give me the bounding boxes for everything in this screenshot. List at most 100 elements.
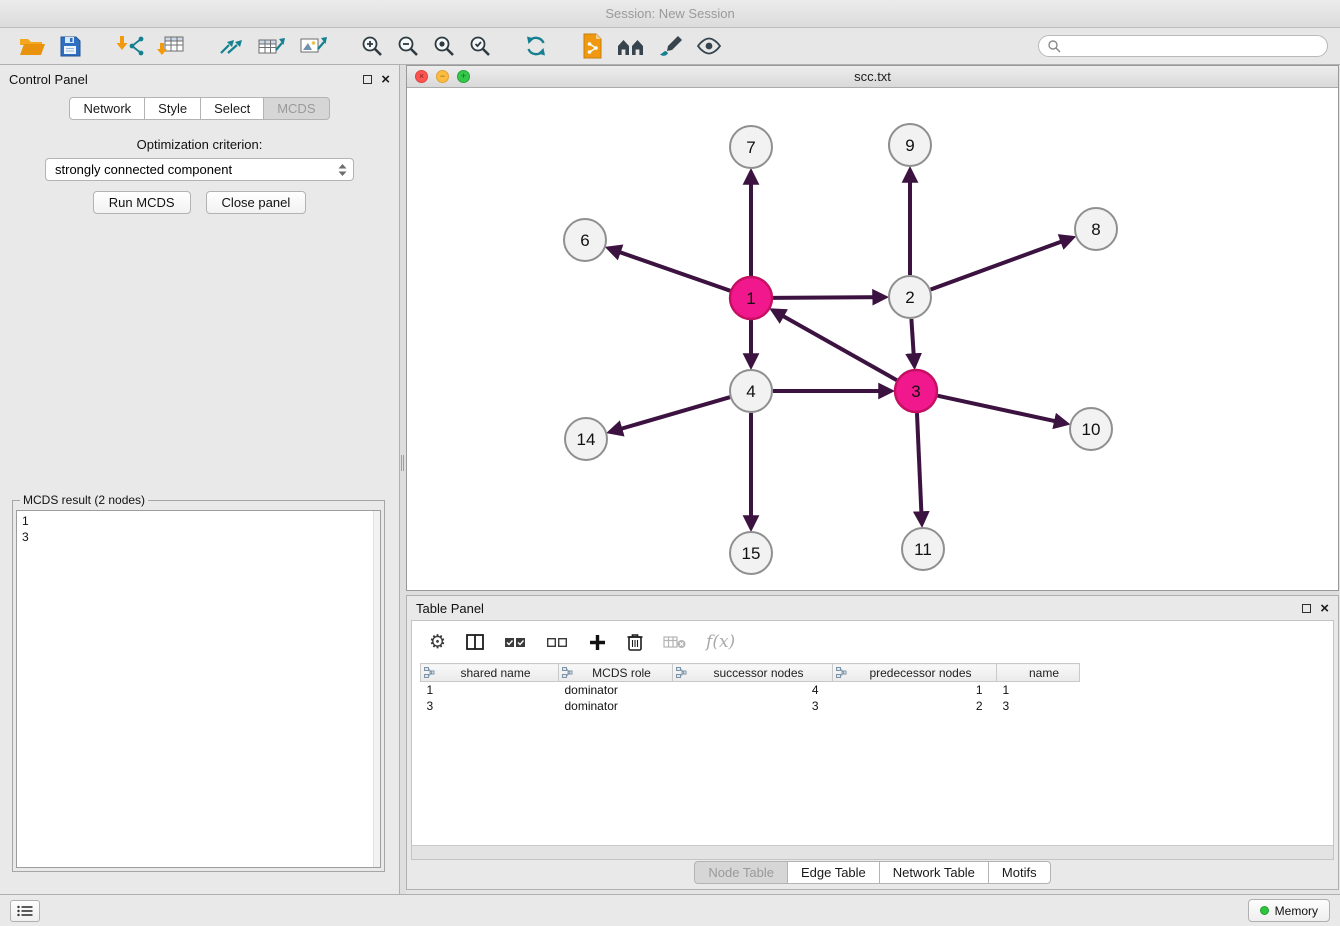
network-view-window: × − + scc.txt 7 9 6 8 1 2 4 3 14 10 15 11	[406, 65, 1339, 591]
graph-node[interactable]: 15	[730, 532, 772, 574]
graph-node[interactable]: 8	[1075, 208, 1117, 250]
search-box[interactable]	[1038, 35, 1328, 57]
refresh-view-button[interactable]	[521, 31, 551, 61]
tab-style[interactable]: Style	[144, 97, 201, 120]
table-row[interactable]: 1dominator411	[421, 682, 1080, 699]
maximize-window-button[interactable]: +	[457, 70, 470, 83]
graph-node[interactable]: 1	[730, 277, 772, 319]
function-builder-button[interactable]: f(x)	[704, 630, 737, 654]
plus-icon	[588, 633, 607, 652]
network-snapshot-button[interactable]	[577, 31, 607, 61]
close-panel-icon-button[interactable]: ×	[381, 72, 390, 87]
graph-node[interactable]: 9	[889, 124, 931, 166]
tab-mcds[interactable]: MCDS	[263, 97, 329, 120]
new-network-button[interactable]	[215, 31, 247, 61]
save-session-button[interactable]	[55, 31, 85, 61]
tab-node-table[interactable]: Node Table	[694, 861, 788, 884]
import-network-button[interactable]	[111, 31, 147, 61]
mcds-result-title: MCDS result (2 nodes)	[20, 493, 148, 507]
control-panel: Control Panel × Network Style Select MCD…	[0, 65, 400, 894]
traffic-lights: × − +	[415, 66, 470, 87]
run-mcds-button[interactable]: Run MCDS	[93, 191, 191, 214]
criterion-dropdown[interactable]: strongly connected component	[45, 158, 354, 181]
search-input[interactable]	[1066, 38, 1319, 55]
style-brush-icon	[658, 34, 684, 58]
memory-button[interactable]: Memory	[1248, 899, 1330, 922]
graph-node[interactable]: 14	[565, 418, 607, 460]
column-header-successor-nodes[interactable]: successor nodes	[673, 664, 833, 682]
svg-text:8: 8	[1091, 220, 1100, 239]
table-toolbar: ⚙	[412, 621, 1333, 663]
close-window-button[interactable]: ×	[415, 70, 428, 83]
svg-text:9: 9	[905, 136, 914, 155]
overview-houses-icon	[616, 34, 646, 58]
table-settings-button[interactable]: ⚙	[427, 631, 448, 654]
export-image-button[interactable]	[295, 31, 331, 61]
tab-edge-table[interactable]: Edge Table	[787, 861, 880, 884]
apply-style-button[interactable]	[655, 31, 687, 61]
graph-edge[interactable]	[774, 311, 897, 380]
table-row[interactable]: 3dominator323	[421, 698, 1080, 714]
column-type-icon	[836, 667, 847, 681]
graph-node[interactable]: 4	[730, 370, 772, 412]
float-table-panel-button[interactable]	[1302, 604, 1311, 613]
network-canvas[interactable]: 7 9 6 8 1 2 4 3 14 10 15 11	[407, 88, 1338, 589]
task-history-button[interactable]	[10, 900, 40, 922]
main-toolbar	[0, 28, 1340, 65]
table-horizontal-scrollbar[interactable]	[412, 845, 1333, 859]
svg-text:11: 11	[914, 540, 932, 559]
network-window-titlebar[interactable]: × − + scc.txt	[407, 66, 1338, 88]
float-panel-button[interactable]	[363, 75, 372, 84]
graph-node[interactable]: 7	[730, 126, 772, 168]
minimize-window-button[interactable]: −	[436, 70, 449, 83]
zoom-out-button[interactable]	[393, 31, 423, 61]
graph-edge[interactable]	[773, 297, 884, 298]
graph-node[interactable]: 6	[564, 219, 606, 261]
trash-icon	[626, 632, 644, 652]
mcds-result-list[interactable]: 1 3	[16, 510, 381, 868]
graph-edge[interactable]	[610, 249, 731, 291]
close-panel-button[interactable]: Close panel	[206, 191, 307, 214]
control-panel-title: Control Panel	[9, 72, 88, 87]
graph-edge[interactable]	[937, 396, 1065, 424]
export-group	[212, 31, 334, 61]
svg-text:3: 3	[911, 382, 920, 401]
close-table-panel-button[interactable]: ×	[1320, 601, 1329, 616]
graph-node[interactable]: 2	[889, 276, 931, 318]
column-header-mcds-role[interactable]: MCDS role	[559, 664, 673, 682]
add-column-button[interactable]	[586, 631, 609, 654]
column-header-predecessor-nodes[interactable]: predecessor nodes	[833, 664, 997, 682]
export-image-icon	[298, 34, 328, 58]
column-header-shared-name[interactable]: shared name	[421, 664, 559, 682]
import-table-button[interactable]	[153, 31, 189, 61]
open-session-button[interactable]	[15, 31, 49, 61]
network-overview-button[interactable]	[613, 31, 649, 61]
split-columns-button[interactable]	[463, 630, 487, 654]
result-scrollbar[interactable]	[373, 511, 380, 867]
zoom-selected-button[interactable]	[465, 31, 495, 61]
column-header-name[interactable]: name	[997, 664, 1080, 682]
zoom-selected-icon	[468, 34, 492, 58]
unselect-all-rows-button[interactable]	[544, 631, 571, 653]
graph-node[interactable]: 11	[902, 528, 944, 570]
tab-network-table[interactable]: Network Table	[879, 861, 989, 884]
show-hide-button[interactable]	[693, 31, 725, 61]
graph-edge[interactable]	[931, 238, 1072, 290]
select-all-rows-button[interactable]	[502, 631, 529, 653]
zoom-fit-button[interactable]	[429, 31, 459, 61]
delete-column-button[interactable]	[624, 630, 646, 654]
zoom-in-button[interactable]	[357, 31, 387, 61]
zoom-in-icon	[360, 34, 384, 58]
tab-select[interactable]: Select	[200, 97, 264, 120]
table-area: ⚙	[411, 620, 1334, 860]
graph-edge[interactable]	[917, 413, 922, 523]
tab-network[interactable]: Network	[69, 97, 145, 120]
graph-edge[interactable]	[911, 319, 914, 365]
window-title: Session: New Session	[605, 6, 734, 21]
graph-node[interactable]: 10	[1070, 408, 1112, 450]
export-table-button[interactable]	[253, 31, 289, 61]
graph-node[interactable]: 3	[895, 370, 937, 412]
tab-motifs[interactable]: Motifs	[988, 861, 1051, 884]
graph-edge[interactable]	[611, 397, 730, 432]
delete-table-button[interactable]	[661, 631, 689, 653]
